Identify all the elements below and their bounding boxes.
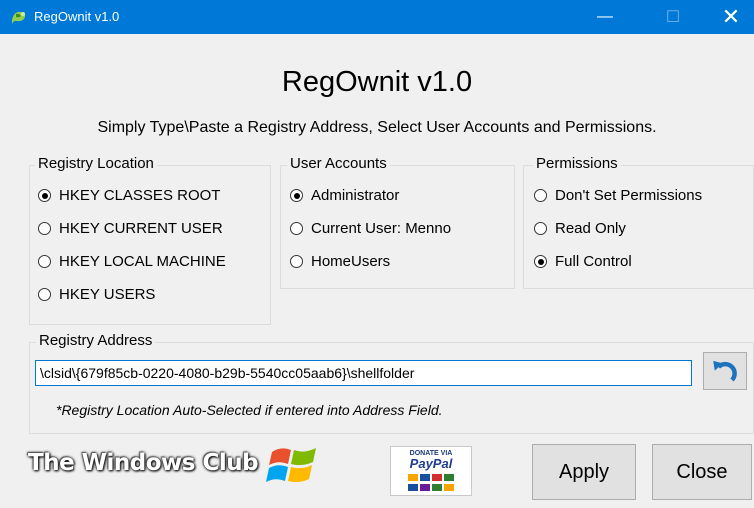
logo-text: The Windows Club bbox=[28, 450, 259, 476]
radio-button[interactable] bbox=[534, 189, 547, 202]
radio-hkey-current-user[interactable]: HKEY CURRENT USER bbox=[38, 220, 223, 237]
user-accounts-legend: User Accounts bbox=[287, 155, 390, 172]
app-heading: RegOwnit v1.0 bbox=[281, 66, 473, 98]
undo-icon bbox=[713, 360, 737, 382]
registry-location-legend: Registry Location bbox=[35, 155, 157, 172]
paypal-donate-button[interactable]: DONATE VIA PayPal bbox=[390, 446, 472, 496]
radio-current-user[interactable]: Current User: Menno bbox=[290, 220, 451, 237]
radio-label: HKEY CLASSES ROOT bbox=[59, 187, 221, 204]
instructions-text: Simply Type\Paste a Registry Address, Se… bbox=[97, 119, 657, 136]
radio-label: HKEY USERS bbox=[59, 286, 156, 303]
radio-label: HKEY CURRENT USER bbox=[59, 220, 223, 237]
paypal-brand: PayPal bbox=[409, 456, 453, 471]
radio-homeusers[interactable]: HomeUsers bbox=[290, 253, 390, 270]
close-button[interactable]: Close bbox=[652, 444, 752, 500]
the-windows-club-logo: The Windows Club bbox=[28, 440, 328, 494]
radio-button[interactable] bbox=[290, 255, 303, 268]
title-bar[interactable]: RegOwnit v1.0 — ☐ ✕ bbox=[0, 0, 754, 34]
radio-label: Don't Set Permissions bbox=[555, 187, 703, 204]
radio-hkey-users[interactable]: HKEY USERS bbox=[38, 286, 155, 303]
radio-button[interactable] bbox=[38, 189, 51, 202]
radio-administrator[interactable]: Administrator bbox=[290, 187, 399, 204]
radio-hkey-classes-root[interactable]: HKEY CLASSES ROOT bbox=[38, 187, 220, 204]
radio-button[interactable] bbox=[290, 222, 303, 235]
window-title: RegOwnit v1.0 bbox=[34, 9, 120, 24]
radio-button[interactable] bbox=[534, 255, 547, 268]
radio-button[interactable] bbox=[534, 222, 547, 235]
auto-select-note: *Registry Location Auto-Selected if ente… bbox=[56, 402, 443, 418]
registry-address-legend: Registry Address bbox=[36, 332, 156, 349]
radio-hkey-local-machine[interactable]: HKEY LOCAL MACHINE bbox=[38, 253, 226, 270]
radio-read-only[interactable]: Read Only bbox=[534, 220, 626, 237]
radio-label: Read Only bbox=[555, 220, 626, 237]
maximize-button[interactable]: ☐ bbox=[650, 0, 696, 34]
payment-cards-icon bbox=[391, 474, 471, 481]
app-icon bbox=[12, 11, 26, 24]
radio-label: Current User: Menno bbox=[311, 220, 452, 237]
windows-flag-icon bbox=[266, 448, 316, 483]
radio-full-control[interactable]: Full Control bbox=[534, 253, 632, 270]
permissions-legend: Permissions bbox=[533, 155, 621, 172]
registry-address-input[interactable]: \clsid\{679f85cb-0220-4080-b29b-5540cc05… bbox=[35, 360, 692, 386]
radio-label: Full Control bbox=[555, 253, 632, 270]
radio-button[interactable] bbox=[38, 288, 51, 301]
radio-button[interactable] bbox=[290, 189, 303, 202]
minimize-button[interactable]: — bbox=[582, 0, 628, 34]
radio-button[interactable] bbox=[38, 255, 51, 268]
apply-button[interactable]: Apply bbox=[532, 444, 636, 500]
radio-button[interactable] bbox=[38, 222, 51, 235]
radio-label: HKEY LOCAL MACHINE bbox=[59, 253, 226, 270]
radio-label: HomeUsers bbox=[311, 253, 391, 270]
radio-dont-set-permissions[interactable]: Don't Set Permissions bbox=[534, 187, 702, 204]
close-window-button[interactable]: ✕ bbox=[708, 0, 754, 34]
registry-address-group bbox=[29, 342, 754, 434]
radio-label: Administrator bbox=[311, 187, 400, 204]
undo-button[interactable] bbox=[703, 352, 747, 390]
